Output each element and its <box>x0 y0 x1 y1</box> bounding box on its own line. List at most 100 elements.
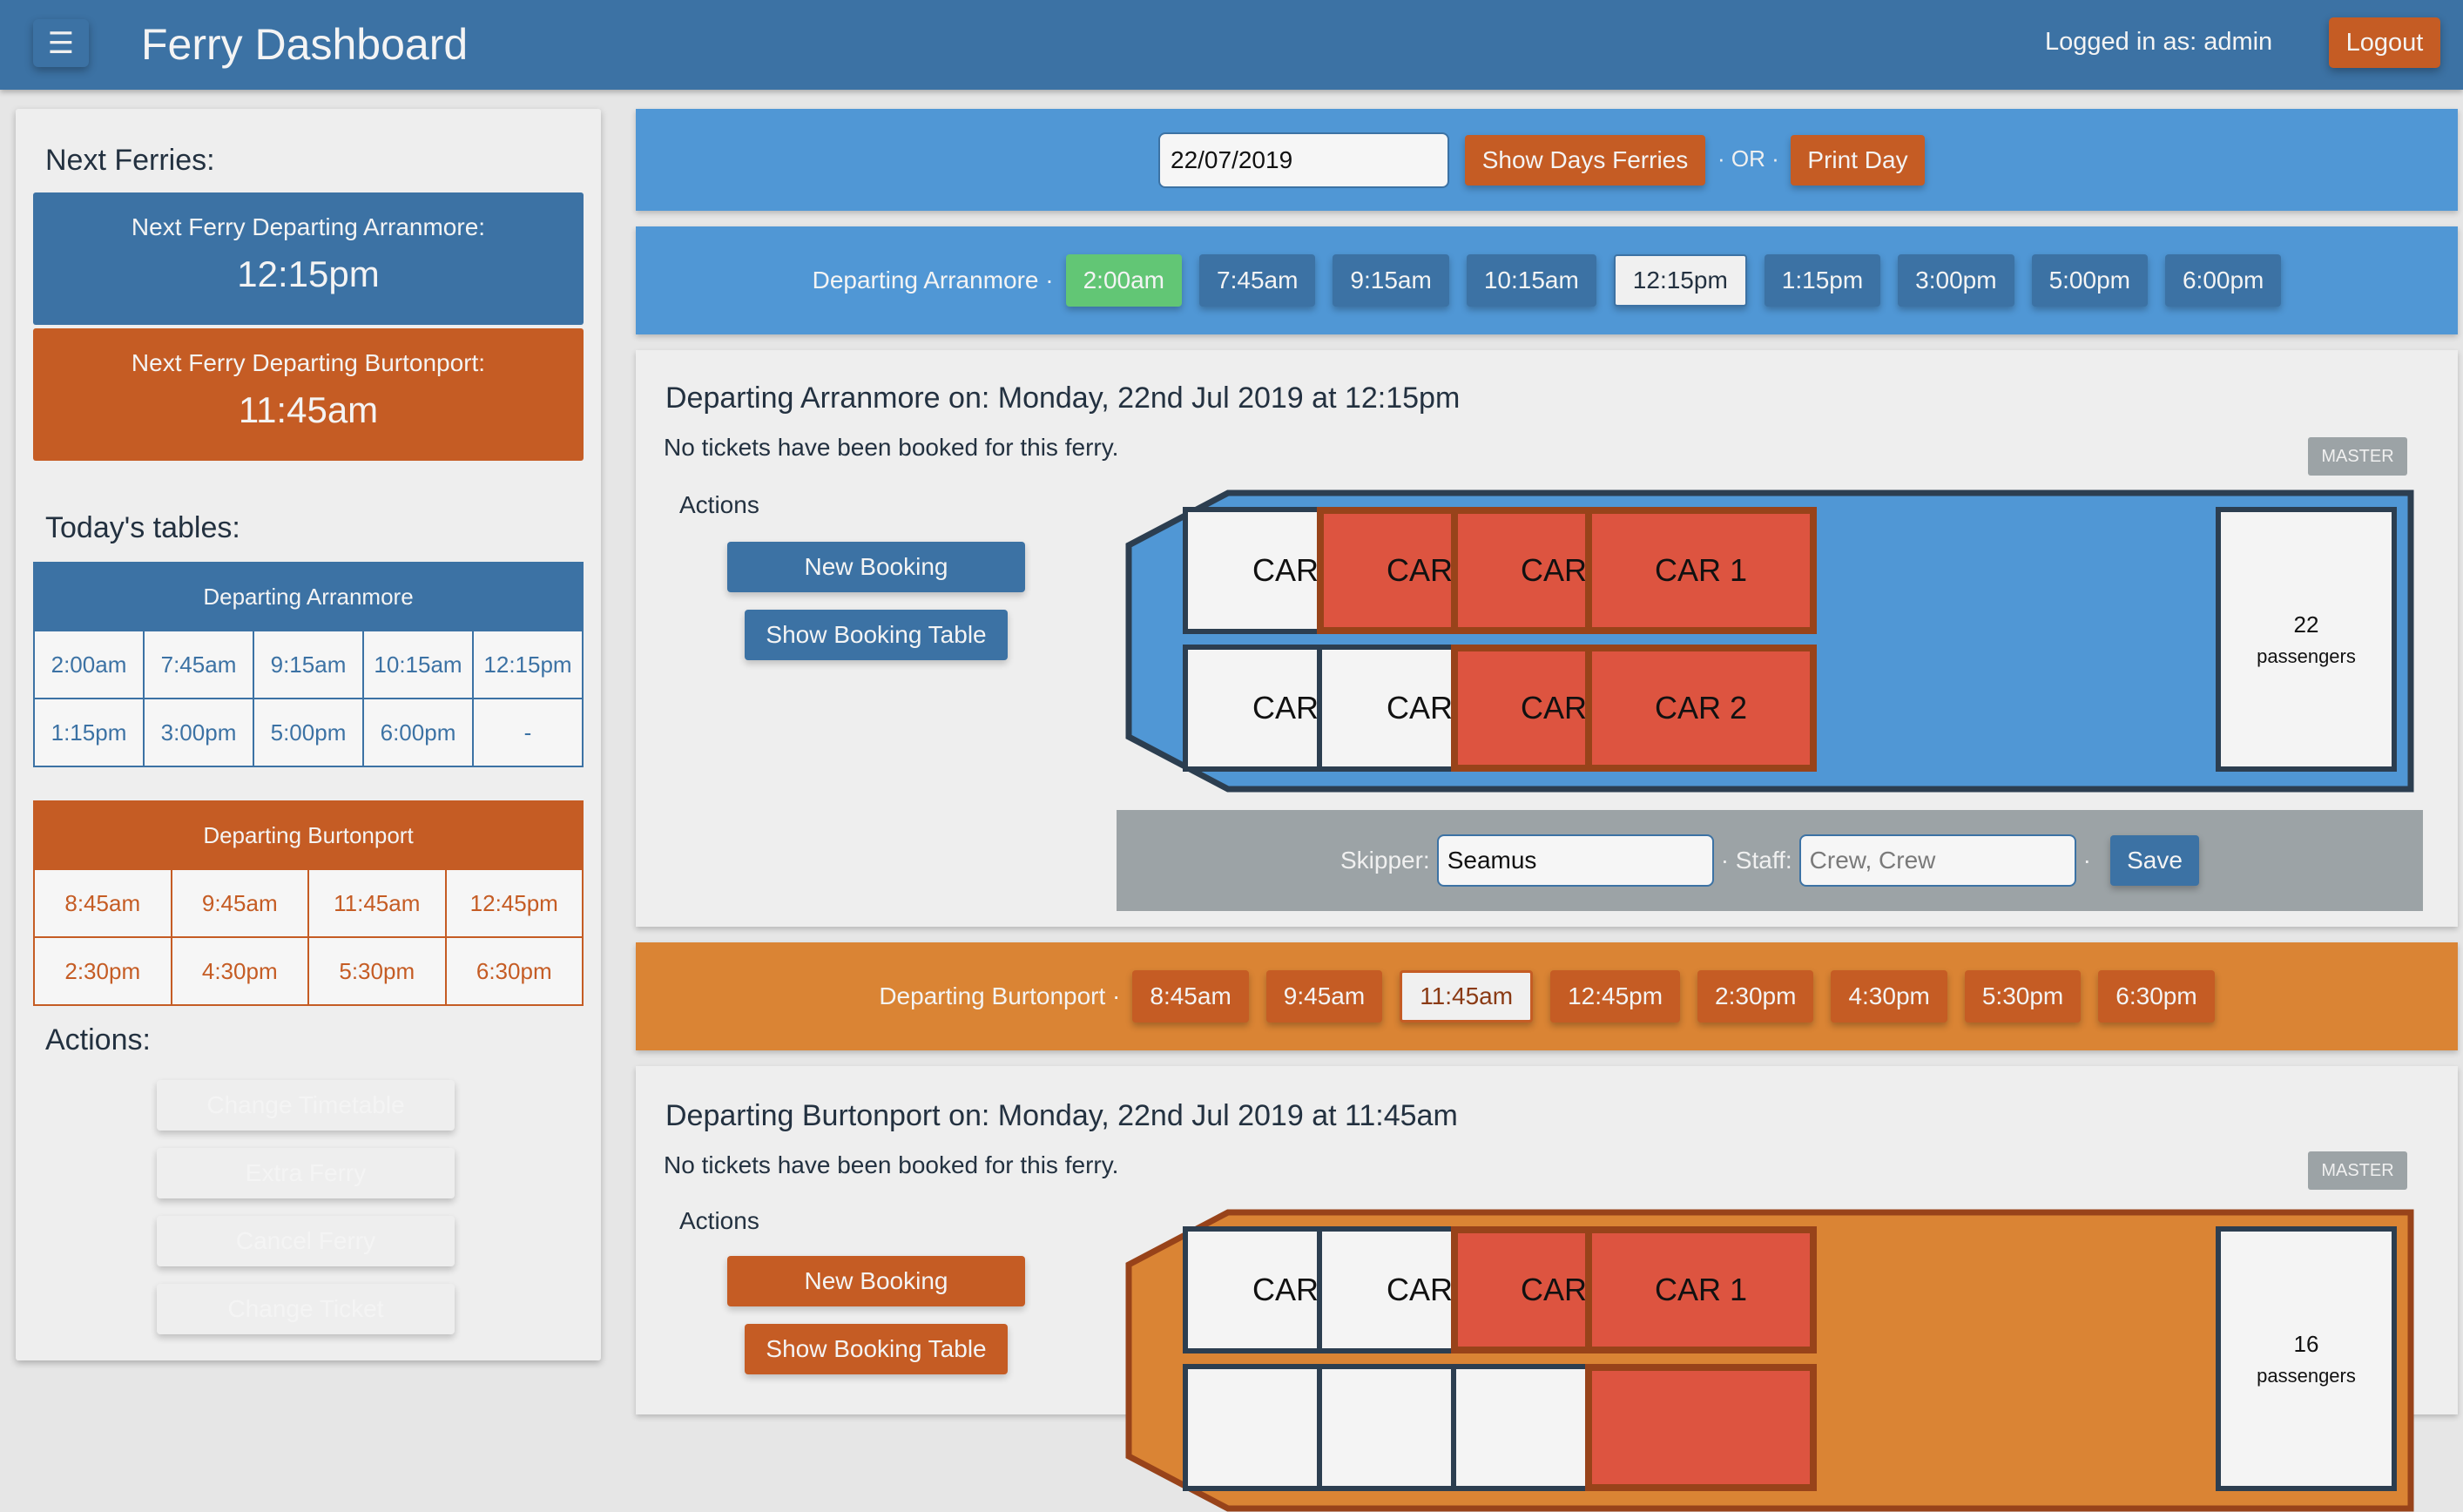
save-crew-button[interactable]: Save <box>2110 835 2199 886</box>
burtonport-strip-label: Departing Burtonport · <box>879 982 1121 1009</box>
timetable-cell[interactable]: 6:00pm <box>362 698 474 767</box>
departure-time-button[interactable]: 12:15pm <box>1613 254 1747 307</box>
timetable-cell[interactable]: 9:45am <box>170 868 309 938</box>
next-ferry-arranmore-card: Next Ferry Departing Arranmore: 12:15pm <box>33 192 584 325</box>
timetable-cell[interactable]: 10:15am <box>362 630 474 699</box>
departure-time-button[interactable]: 12:45pm <box>1550 970 1681 1023</box>
car-slot-booked[interactable] <box>1585 1364 1817 1491</box>
timetable-cell[interactable]: 3:00pm <box>143 698 254 767</box>
departure-time-button[interactable]: 1:15pm <box>1764 254 1881 307</box>
departure-time-button[interactable]: 3:00pm <box>1898 254 2014 307</box>
timetable-cell[interactable]: 5:30pm <box>307 936 447 1006</box>
burtonport-timetable: Departing Burtonport 8:45am 9:45am 11:45am… <box>33 800 584 1006</box>
timetable-cell[interactable]: 8:45am <box>33 868 172 938</box>
burtonport-departure-strip: Departing Burtonport · 8:45am 9:45am 11:45… <box>636 942 2458 1050</box>
menu-toggle-button[interactable]: ☰ <box>33 19 89 67</box>
arranmore-timetable-title: Departing Arranmore <box>34 563 583 631</box>
departure-time-button[interactable]: 5:00pm <box>2031 254 2148 307</box>
departure-time-button[interactable]: 4:30pm <box>1831 970 1947 1023</box>
arranmore-ferry-panel: Departing Arranmore on: Monday, 22nd Jul… <box>636 350 2458 927</box>
timetable-row: 2:30pm 4:30pm 5:30pm 6:30pm <box>33 936 584 1006</box>
car-slot-booked[interactable]: CAR 1 <box>1585 1226 1817 1353</box>
timetable-cell[interactable]: 11:45am <box>307 868 447 938</box>
passenger-label: passengers <box>2257 1364 2356 1387</box>
timetable-cell[interactable]: 7:45am <box>143 630 254 699</box>
next-ferry-burtonport-card: Next Ferry Departing Burtonport: 11:45am <box>33 328 584 461</box>
change-timetable-button[interactable]: Change Timetable <box>157 1080 455 1131</box>
ferry-title: Departing Arranmore on: Monday, 22nd Jul… <box>665 381 1461 415</box>
timetable-row: 1:15pm 3:00pm 5:00pm 6:00pm - <box>33 698 584 767</box>
top-navbar: ☰ Ferry Dashboard Logged in as: admin Lo… <box>0 0 2463 90</box>
passenger-label: passengers <box>2257 645 2356 667</box>
master-badge: MASTER <box>2308 437 2407 476</box>
timetable-cell[interactable]: 12:15pm <box>472 630 584 699</box>
departure-time-button[interactable]: 2:30pm <box>1697 970 1814 1023</box>
or-separator: · OR · <box>1717 145 1779 172</box>
staff-label: · Staff: <box>1720 847 1792 874</box>
timetable-row: 8:45am 9:45am 11:45am 12:45pm <box>33 868 584 938</box>
passenger-area: 22 passengers <box>2216 507 2397 772</box>
timetable-cell[interactable]: 4:30pm <box>170 936 309 1006</box>
timetable-cell[interactable]: 5:00pm <box>253 698 364 767</box>
skipper-input[interactable] <box>1436 834 1714 887</box>
staff-input[interactable] <box>1798 834 2076 887</box>
departure-time-button[interactable]: 6:00pm <box>2164 254 2282 307</box>
next-ferry-arranmore-time: 12:15pm <box>237 253 380 294</box>
next-ferry-burtonport-label: Next Ferry Departing Burtonport: <box>131 349 486 376</box>
departure-time-button[interactable]: 11:45am <box>1400 970 1534 1023</box>
logged-in-user-text: Logged in as: admin <box>2045 28 2273 56</box>
departure-time-button[interactable]: 9:15am <box>1333 254 1449 307</box>
todays-tables-heading: Today's tables: <box>45 511 240 544</box>
extra-ferry-button[interactable]: Extra Ferry <box>157 1148 455 1198</box>
timetable-cell[interactable]: 2:00am <box>33 630 145 699</box>
logout-button[interactable]: Logout <box>2329 17 2440 68</box>
arranmore-timetable: Departing Arranmore 2:00am 7:45am 9:15am 10… <box>33 562 584 767</box>
next-ferries-heading: Next Ferries: <box>45 144 215 177</box>
departure-time-button[interactable]: 5:30pm <box>1964 970 2082 1023</box>
ferry-title: Departing Burtonport on: Monday, 22nd Ju… <box>665 1099 1458 1132</box>
hamburger-menu-icon: ☰ <box>47 26 75 60</box>
next-ferry-arranmore-label: Next Ferry Departing Arranmore: <box>131 213 486 240</box>
timetable-row: 2:00am 7:45am 9:15am 10:15am 12:15pm <box>33 630 584 699</box>
timetable-cell[interactable]: 1:15pm <box>33 698 145 767</box>
departure-time-button[interactable]: 9:45am <box>1265 970 1383 1023</box>
departure-time-button[interactable]: 2:00am <box>1065 254 1183 307</box>
show-days-ferries-button[interactable]: Show Days Ferries <box>1465 135 1705 186</box>
timetable-cell: - <box>472 698 584 767</box>
car-slot-booked[interactable]: CAR 2 <box>1585 645 1817 772</box>
show-booking-table-button[interactable]: Show Booking Table <box>745 1324 1008 1374</box>
departure-time-button[interactable]: 8:45am <box>1132 970 1249 1023</box>
actions-heading: Actions: <box>45 1023 151 1056</box>
actions-label: Actions <box>679 1207 759 1234</box>
passenger-count: 16 <box>2293 1330 2319 1357</box>
departure-time-button[interactable]: 6:30pm <box>2098 970 2215 1023</box>
timetable-cell[interactable]: 6:30pm <box>444 936 584 1006</box>
app-title: Ferry Dashboard <box>141 20 469 69</box>
new-booking-button[interactable]: New Booking <box>727 1256 1025 1306</box>
print-day-button[interactable]: Print Day <box>1791 135 1925 186</box>
show-booking-table-button[interactable]: Show Booking Table <box>745 610 1008 660</box>
master-badge: MASTER <box>2308 1151 2407 1190</box>
timetable-cell[interactable]: 9:15am <box>253 630 364 699</box>
departure-time-button[interactable]: 7:45am <box>1199 254 1316 307</box>
actions-label: Actions <box>679 491 759 518</box>
change-ticket-button[interactable]: Change Ticket <box>157 1284 455 1334</box>
car-slot-booked[interactable]: CAR 1 <box>1585 507 1817 634</box>
ferry-deck-diagram: CAR 7 CAR 5 CAR 3 CAR 1 CAR 8 CAR 6 CAR 4 CAR 2… <box>1125 489 2414 793</box>
skipper-label: Skipper: <box>1339 847 1430 874</box>
next-ferry-burtonport-time: 11:45am <box>238 389 379 430</box>
burtonport-timetable-title: Departing Burtonport <box>34 801 583 869</box>
crew-bar: Skipper: · Staff: · Save <box>1117 810 2423 911</box>
sidebar: Next Ferries: Next Ferry Departing Arran… <box>16 109 601 1360</box>
ferry-deck-diagram: CAR 7 CAR 5 CAR 3 CAR 1 16 passengers <box>1125 1209 2414 1512</box>
arranmore-strip-label: Departing Arranmore · <box>812 267 1054 294</box>
cancel-ferry-button[interactable]: Cancel Ferry <box>157 1216 455 1266</box>
passenger-area: 16 passengers <box>2216 1226 2397 1491</box>
new-booking-button[interactable]: New Booking <box>727 542 1025 592</box>
timetable-cell[interactable]: 12:45pm <box>444 868 584 938</box>
date-input[interactable] <box>1158 132 1449 188</box>
booking-status-text: No tickets have been booked for this fer… <box>664 434 1119 461</box>
timetable-cell[interactable]: 2:30pm <box>33 936 172 1006</box>
departure-time-button[interactable]: 10:15am <box>1466 254 1596 307</box>
booking-status-text: No tickets have been booked for this fer… <box>664 1151 1119 1178</box>
